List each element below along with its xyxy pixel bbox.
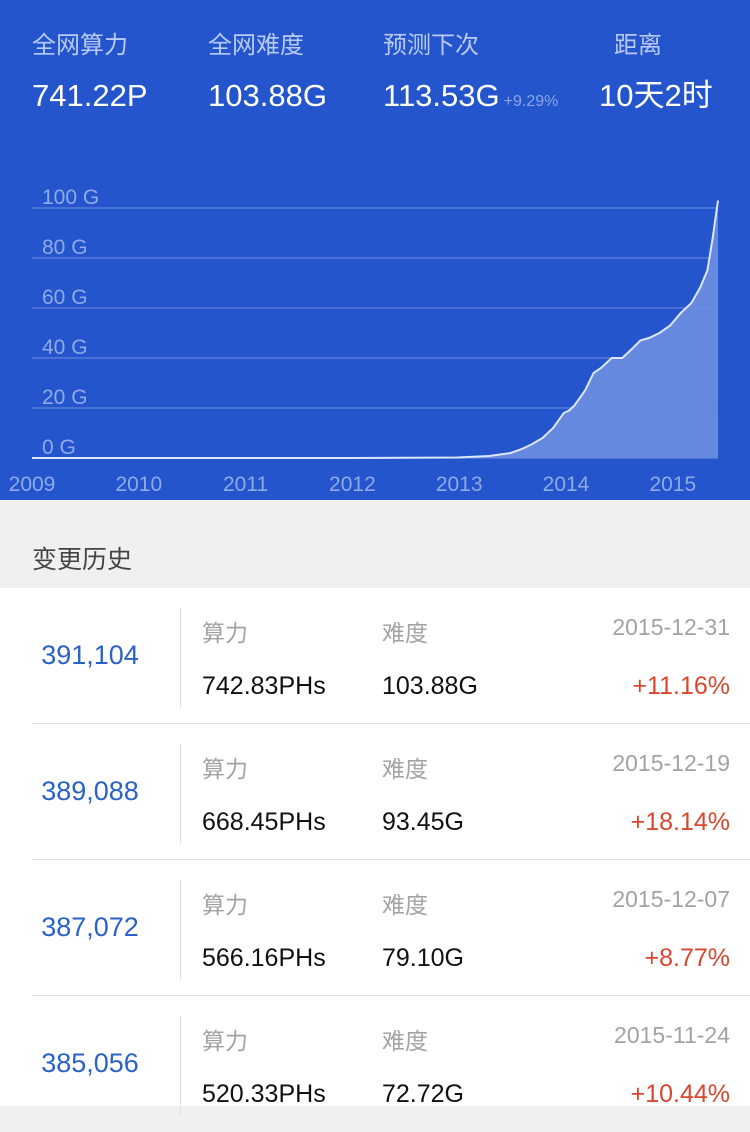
history-title: 变更历史	[32, 546, 133, 574]
y-tick-label: 40 G	[42, 336, 88, 359]
difficulty-label: 难度	[382, 892, 428, 918]
stat-value: 10天2时	[599, 78, 713, 113]
change-percent: +11.16%	[632, 672, 730, 700]
hashrate-value: 520.33PHs	[202, 1080, 326, 1108]
stat-difficulty: 全网难度 103.88G	[208, 30, 327, 116]
difficulty-value: 79.10G	[382, 944, 465, 972]
stat-label: 预测下次	[383, 32, 479, 59]
history-list: 391,104 算力 难度 2015-12-31 742.83PHs 103.8…	[0, 588, 750, 1116]
y-tick-label: 20 G	[42, 386, 88, 409]
x-tick-label: 2015	[649, 473, 696, 496]
change-percent: +10.44%	[630, 1080, 730, 1108]
block-height[interactable]: 391,104	[0, 640, 180, 671]
stat-value: 741.22P	[32, 78, 148, 113]
difficulty-area	[32, 200, 718, 458]
stat-value: 113.53G +9.29%	[383, 76, 558, 122]
stat-value-text: 113.53G	[383, 78, 500, 113]
row-date: 2015-12-19	[612, 750, 730, 776]
row-separator	[180, 744, 181, 844]
row-date: 2015-11-24	[614, 1022, 730, 1048]
block-height[interactable]: 385,056	[0, 1048, 180, 1079]
x-tick-label: 2010	[115, 473, 162, 496]
difficulty-label: 难度	[382, 756, 428, 782]
row-separator	[180, 1016, 181, 1116]
y-tick-label: 80 G	[42, 236, 88, 259]
y-tick-label: 100 G	[42, 186, 99, 209]
stat-next-prediction: 预测下次 113.53G +9.29%	[383, 30, 558, 122]
row-separator	[180, 880, 181, 980]
stat-value: 103.88G	[208, 78, 327, 113]
change-percent: +18.14%	[630, 808, 730, 836]
y-tick-label: 0 G	[42, 436, 76, 459]
difficulty-value: 93.45G	[382, 808, 465, 836]
row-separator	[180, 608, 181, 708]
hashrate-label: 算力	[202, 892, 248, 918]
hashrate-value: 566.16PHs	[202, 944, 326, 972]
difficulty-chart: 0 G 20 G 40 G 60 G 80 G 100 G 2009 2010 2011 2012…	[9, 186, 719, 496]
x-tick-label: 2012	[329, 473, 376, 496]
stat-label: 距离	[614, 32, 662, 59]
history-row[interactable]: 389,088 算力 难度 2015-12-19 668.45PHs 93.45…	[0, 724, 750, 860]
x-tick-label: 2011	[223, 473, 268, 496]
change-percent: +8.77%	[644, 944, 731, 972]
x-tick-label: 2013	[436, 473, 483, 496]
row-date: 2015-12-07	[612, 886, 730, 912]
hashrate-value: 742.83PHs	[202, 672, 326, 700]
history-row[interactable]: 385,056 算力 难度 2015-11-24 520.33PHs 72.72…	[0, 996, 750, 1132]
block-height[interactable]: 389,088	[0, 776, 180, 807]
difficulty-value: 103.88G	[382, 672, 478, 700]
hashrate-label: 算力	[202, 756, 248, 782]
y-tick-label: 60 G	[42, 286, 88, 309]
row-date: 2015-12-31	[612, 614, 730, 640]
stat-time-remaining: 距离 10天2时	[599, 30, 713, 116]
stat-change: +9.29%	[503, 93, 559, 110]
hashrate-label: 算力	[202, 1028, 248, 1054]
stat-hashrate: 全网算力 741.22P	[32, 30, 148, 116]
history-row[interactable]: 387,072 算力 难度 2015-12-07 566.16PHs 79.10…	[0, 860, 750, 996]
difficulty-label: 难度	[382, 1028, 428, 1054]
stat-label: 全网算力	[32, 32, 128, 59]
difficulty-label: 难度	[382, 620, 428, 646]
hashrate-label: 算力	[202, 620, 248, 646]
hashrate-value: 668.45PHs	[202, 808, 326, 836]
block-height[interactable]: 387,072	[0, 912, 180, 943]
x-tick-label: 2014	[543, 473, 590, 496]
history-row[interactable]: 391,104 算力 难度 2015-12-31 742.83PHs 103.8…	[0, 588, 750, 724]
stat-label: 全网难度	[208, 32, 304, 59]
difficulty-value: 72.72G	[382, 1080, 465, 1108]
x-tick-label: 2009	[9, 473, 56, 496]
stats-header: 全网算力 741.22P 全网难度 103.88G 预测下次 113.53G +9…	[0, 0, 750, 500]
